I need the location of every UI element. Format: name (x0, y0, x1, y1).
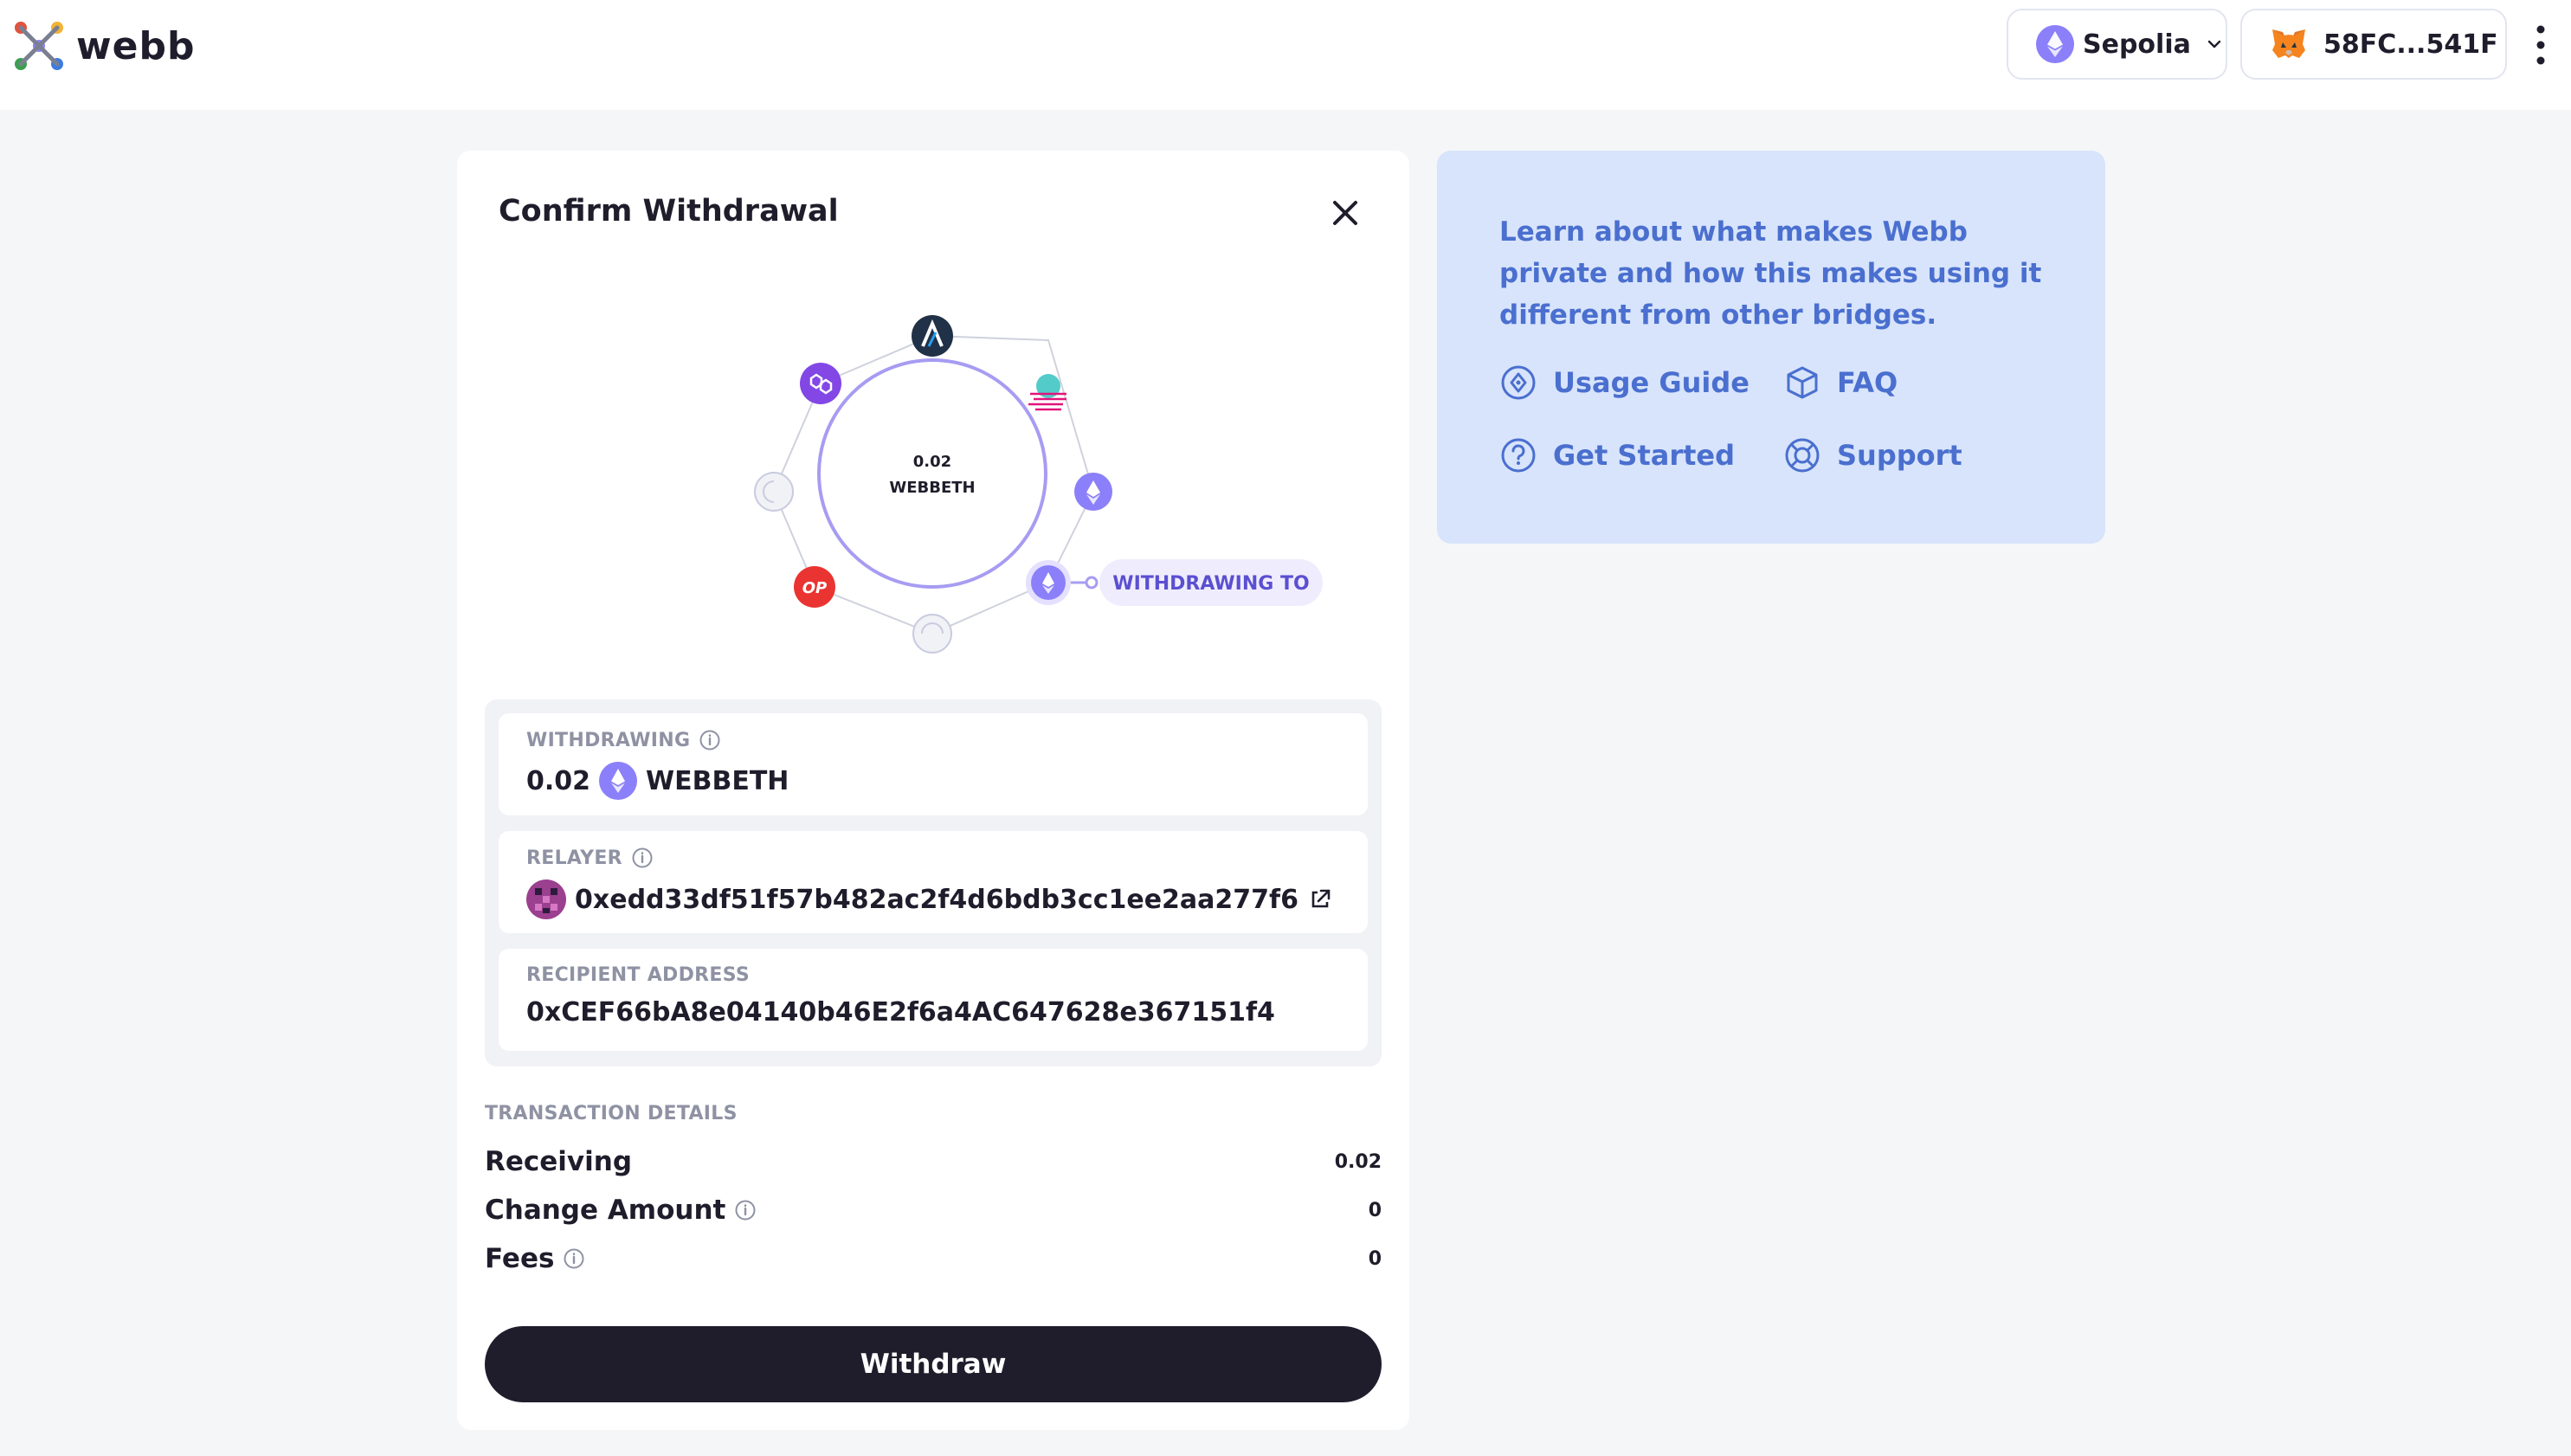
faq-link[interactable]: FAQ (1783, 364, 1898, 402)
close-icon[interactable] (1330, 197, 1361, 229)
recipient-label: RECIPIENT ADDRESS (526, 964, 751, 986)
info-text: Learn about what makes Webb private and … (1499, 216, 2042, 331)
ethereum-destination-icon (1026, 560, 1071, 605)
fees-label: Fees (485, 1243, 555, 1274)
metamask-fox-icon (2272, 29, 2305, 58)
info-icon[interactable] (563, 1247, 585, 1270)
diagram-token: WEBBETH (889, 479, 975, 497)
question-circle-icon (1501, 438, 1536, 473)
info-icon[interactable] (699, 729, 721, 751)
top-header: webb Sepolia 58FC...541F (0, 0, 2571, 110)
compass-icon (1501, 365, 1536, 400)
network-selector[interactable]: Sepolia (2007, 9, 2227, 80)
recipient-field: RECIPIENT ADDRESS 0xCEF66bA8e04140b46E2f… (499, 949, 1368, 1051)
relayer-avatar (526, 879, 566, 919)
external-link-icon[interactable] (1307, 886, 1333, 912)
withdraw-button[interactable]: Withdraw (485, 1326, 1382, 1402)
get-started-link[interactable]: Get Started (1499, 436, 1735, 474)
support-link[interactable]: Support (1783, 436, 1962, 474)
withdrawing-field: WITHDRAWING 0.02 WEBBETH (499, 713, 1368, 815)
wallet-button[interactable]: 58FC...541F (2240, 9, 2507, 80)
info-card: Learn about what makes Webb private and … (1437, 151, 2105, 544)
network-label: Sepolia (2083, 29, 2191, 60)
change-amount-label: Change Amount (485, 1195, 726, 1226)
lifebuoy-icon (1785, 438, 1820, 473)
arbitrum-icon (912, 315, 953, 357)
info-icon[interactable] (734, 1199, 757, 1221)
modal-title: Confirm Withdrawal (499, 194, 839, 229)
withdrawing-to-label: WITHDRAWING TO (1112, 573, 1309, 595)
webb-logo-icon (15, 22, 63, 70)
chevron-down-icon (2207, 40, 2221, 48)
usage-guide-link[interactable]: Usage Guide (1499, 364, 1749, 402)
ethereum-icon (1074, 473, 1112, 511)
fees-row: Fees 0 (485, 1243, 1382, 1283)
wallet-address: 58FC...541F (2323, 29, 2498, 60)
fees-value: 0 (1368, 1248, 1382, 1270)
svg-text:OP: OP (802, 579, 828, 597)
kebab-icon[interactable] (2526, 21, 2555, 69)
chain-diagram: 0.02 WEBBETH WITHDRAWING TO OP (754, 315, 1323, 654)
withdrawing-label: WITHDRAWING (526, 729, 691, 751)
receiving-row: Receiving 0.02 (485, 1146, 1382, 1186)
recipient-address: 0xCEF66bA8e04140b46E2f6a4AC647628e367151… (526, 997, 1275, 1028)
amount-circle (817, 358, 1047, 589)
withdrawing-token: WEBBETH (646, 765, 789, 796)
diagram-amount: 0.02 (913, 453, 951, 471)
placeholder-chain-icon (754, 472, 794, 512)
ethereum-icon (599, 762, 638, 800)
change-amount-value: 0 (1368, 1200, 1382, 1221)
logo-text: webb (76, 23, 196, 68)
polygon-icon (800, 363, 841, 404)
relayer-label: RELAYER (526, 847, 622, 869)
change-amount-row: Change Amount 0 (485, 1195, 1382, 1234)
relayer-address: 0xedd33df51f57b482ac2f4d6bdb3cc1ee2aa277… (575, 884, 1298, 915)
confirm-withdrawal-card: Confirm Withdrawal 0.02 WEBBETH WITHDRAW… (457, 151, 1409, 1430)
receiving-value: 0.02 (1334, 1151, 1382, 1173)
ethereum-icon (2036, 25, 2074, 63)
optimism-icon: OP (794, 566, 835, 608)
placeholder-chain-icon (912, 614, 952, 654)
webb-logo[interactable]: webb (12, 19, 195, 73)
withdrawing-amount: 0.02 (526, 765, 591, 796)
withdrawal-details: WITHDRAWING 0.02 WEBBETH RELAYER 0xedd33… (485, 699, 1382, 1066)
relayer-field: RELAYER 0xedd33df51f57b482ac2f4d6bdb3cc1… (499, 831, 1368, 933)
box-icon (1787, 366, 1818, 399)
info-icon[interactable] (631, 847, 654, 869)
transaction-details-title: TRANSACTION DETAILS (485, 1103, 738, 1124)
receiving-label: Receiving (485, 1146, 633, 1177)
